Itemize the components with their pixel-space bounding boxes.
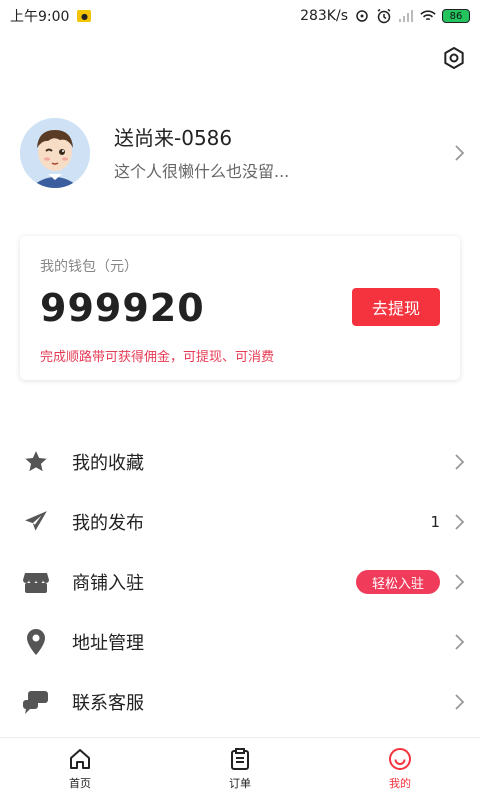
- chevron-right-icon: [455, 514, 465, 530]
- notification-icon: ●: [77, 10, 92, 22]
- status-time: 上午9:00: [10, 9, 70, 25]
- tab-label: 我的: [389, 777, 411, 790]
- menu-item-shop-join[interactable]: 商铺入驻 轻松入驻: [0, 552, 480, 612]
- withdraw-button[interactable]: 去提现: [352, 288, 440, 326]
- settings-button[interactable]: [442, 46, 466, 70]
- wallet-card: 我的钱包（元） 999920 去提现 完成顺路带可获得佣金，可提现、可消费: [20, 236, 460, 380]
- wallet-note: 完成顺路带可获得佣金，可提现、可消费: [40, 350, 275, 365]
- post-count: 1: [430, 513, 440, 531]
- menu-label: 商铺入驻: [72, 573, 144, 594]
- wallet-balance: 999920: [40, 286, 205, 330]
- menu-item-favorites[interactable]: 我的收藏: [0, 432, 480, 492]
- network-speed: 283K/s: [300, 8, 348, 24]
- profile-signature: 这个人很懒什么也没留...: [114, 162, 290, 181]
- chevron-right-icon: [455, 694, 465, 710]
- alarm-icon: [376, 8, 392, 24]
- easy-join-badge: 轻松入驻: [355, 570, 440, 594]
- menu-item-my-posts[interactable]: 我的发布 1: [0, 492, 480, 552]
- send-icon: [22, 508, 50, 536]
- status-bar: 上午9:00 ● 283K/s 86: [0, 0, 480, 32]
- menu-label: 地址管理: [72, 633, 144, 654]
- sync-icon: [354, 8, 370, 24]
- gear-icon: [444, 47, 464, 69]
- menu-label: 联系客服: [72, 693, 144, 714]
- menu-item-address[interactable]: 地址管理: [0, 612, 480, 672]
- profile-header[interactable]: 送尚来-0586 这个人很懒什么也没留...: [20, 118, 470, 188]
- location-pin-icon: [22, 628, 50, 656]
- shop-icon: [22, 568, 50, 596]
- signal-icon: [398, 8, 414, 24]
- chat-icon: [22, 688, 50, 716]
- chevron-right-icon: [455, 634, 465, 650]
- avatar[interactable]: [20, 118, 90, 188]
- tab-mine[interactable]: 我的: [320, 738, 480, 800]
- profile-name: 送尚来-0586: [114, 126, 233, 150]
- tab-label: 首页: [69, 777, 91, 790]
- menu-label: 我的发布: [72, 513, 144, 534]
- tab-label: 订单: [229, 777, 251, 790]
- battery-icon: 86: [442, 9, 470, 23]
- wallet-title: 我的钱包（元）: [40, 259, 138, 275]
- clipboard-icon: [231, 748, 249, 770]
- smile-icon: [389, 748, 411, 770]
- bottom-tab-bar: 首页 订单 我的: [0, 737, 480, 800]
- tab-orders[interactable]: 订单: [160, 738, 320, 800]
- menu-item-customer-service[interactable]: 联系客服: [0, 672, 480, 732]
- tab-home[interactable]: 首页: [0, 738, 160, 800]
- chevron-right-icon: [455, 145, 465, 161]
- menu-list: 我的收藏 我的发布 1 商铺入驻 轻松入驻 地址管理 联系客服: [0, 432, 480, 732]
- star-icon: [22, 448, 50, 476]
- chevron-right-icon: [455, 454, 465, 470]
- home-icon: [70, 749, 90, 769]
- wifi-icon: [420, 8, 436, 24]
- chevron-right-icon: [455, 574, 465, 590]
- menu-label: 我的收藏: [72, 453, 144, 474]
